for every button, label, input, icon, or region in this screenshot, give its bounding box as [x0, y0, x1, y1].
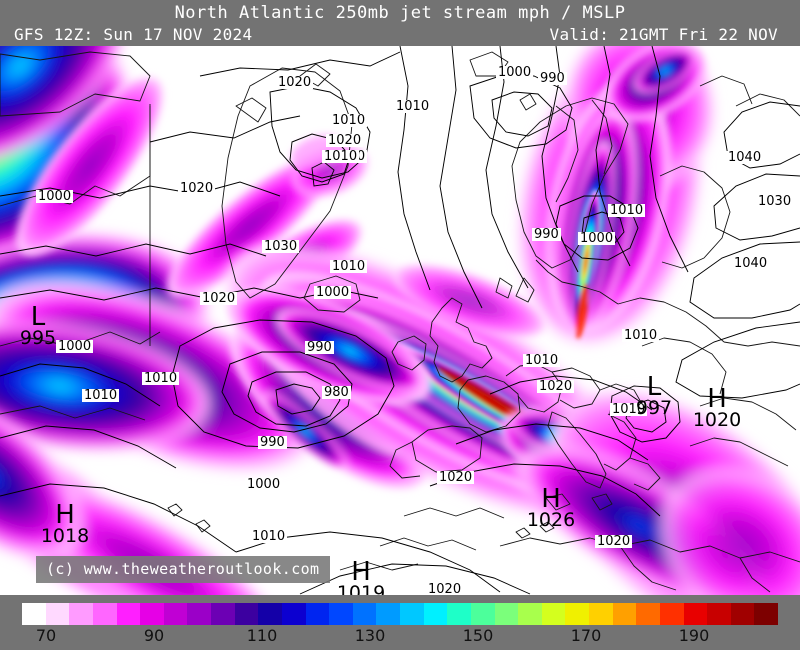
colorbar-tick: 190: [678, 626, 710, 645]
isobar-label: 1010: [523, 353, 561, 368]
map-graphics: [0, 46, 800, 595]
colorbar-band-1: [45, 603, 70, 625]
colorbar-band-10: [258, 603, 282, 625]
high-value: 1019: [336, 582, 386, 596]
copyright-watermark: (c) www.theweatheroutlook.com: [36, 556, 330, 583]
colorbar-band-20: [494, 603, 519, 625]
map-canvas[interactable]: 1020 1010 1010 1020 1040 1010 1030 1010 …: [0, 46, 800, 595]
colorbar-band-0: [22, 603, 46, 625]
isobar-label: 980: [322, 385, 351, 400]
low-value: 995: [19, 327, 57, 349]
isobar-label: 1040: [726, 150, 764, 165]
colorbar-band-15: [376, 603, 400, 625]
isobar-label: 1010: [608, 203, 646, 218]
colorbar-band-25: [612, 603, 637, 625]
colorbar-band-26: [636, 603, 660, 625]
isobar-label: 1010: [330, 259, 368, 274]
colorbar-band-21: [518, 603, 542, 625]
colorbar-band-4: [116, 603, 141, 625]
isobar-label: 1020: [437, 470, 475, 485]
high-value: 1020: [692, 409, 742, 431]
low-value: 997: [635, 397, 673, 419]
colorbar-band-24: [589, 603, 613, 625]
pressure-centre-high: H 1018: [32, 502, 98, 546]
colorbar-band-5: [140, 603, 164, 625]
isobar-label: 990: [532, 227, 561, 242]
colorbar-band-8: [211, 603, 235, 625]
isobar-label: 1010: [142, 371, 180, 386]
isobar-label: 1020: [276, 75, 314, 90]
isobar-label: 1030: [756, 194, 794, 209]
isobar-label: 1010: [82, 388, 120, 403]
isobar-label: 1010: [394, 99, 432, 114]
pressure-centre-high: H 1019: [328, 559, 394, 595]
colorbar-band-28: [683, 603, 708, 625]
isobar-label: 1020: [426, 582, 464, 595]
isobar-label: 1030: [262, 239, 300, 254]
colorbar-tick: 130: [354, 626, 386, 645]
isobar-label: 1040: [732, 256, 770, 271]
colorbar-band-11: [281, 603, 306, 625]
isobar-label: 1010: [622, 328, 660, 343]
colorbar-band-3: [92, 603, 117, 625]
high-value: 1018: [40, 525, 90, 547]
colorbar-band-19: [470, 603, 495, 625]
colorbar-band-14: [352, 603, 377, 625]
page-title: North Atlantic 250mb jet stream mph / MS…: [174, 3, 626, 23]
isobar-label: 1010: [250, 529, 288, 544]
isobar-label: 1020: [178, 181, 216, 196]
pressure-centre-high: H 1026: [518, 486, 584, 530]
isobar-label: 1020: [595, 534, 633, 549]
colorbar-band-2: [69, 603, 93, 625]
colorbar-tick: 70: [35, 626, 57, 645]
colorbar-tick: 170: [570, 626, 602, 645]
map-header: North Atlantic 250mb jet stream mph / MS…: [0, 0, 800, 46]
colorbar-swatches: [22, 603, 778, 625]
colorbar-band-31: [754, 603, 778, 625]
colorbar-tick-labels: 70 90 110 130 150 170 190: [0, 626, 800, 650]
isobar-label: 1000: [314, 285, 352, 300]
colorbar-band-29: [707, 603, 731, 625]
isobar-label: 1020: [200, 291, 238, 306]
colorbar-band-17: [423, 603, 448, 625]
isobar-label: 1000: [245, 477, 283, 492]
high-value: 1026: [526, 509, 576, 531]
pressure-centre-low: L 997: [626, 374, 682, 418]
isobar-label: 1000: [36, 189, 74, 204]
colorbar-band-9: [234, 603, 259, 625]
colorbar-band-22: [541, 603, 566, 625]
colorbar-tick: 150: [462, 626, 494, 645]
colorbar-band-6: [163, 603, 188, 625]
isobar-label: 990: [258, 435, 287, 450]
model-run-label: GFS 12Z: Sun 17 NOV 2024: [14, 25, 253, 44]
pressure-centre-low: L 995: [8, 304, 68, 348]
colorbar-band-7: [187, 603, 211, 625]
pressure-centre-high: H 1020: [684, 386, 750, 430]
isobar-label: 990: [305, 340, 334, 355]
isobar-label: 1000: [578, 231, 616, 246]
isobar-label: 1020: [326, 133, 364, 148]
isobar-label: 1020: [537, 379, 575, 394]
colorbar-band-30: [730, 603, 755, 625]
valid-time-label: Valid: 21GMT Fri 22 NOV: [549, 25, 778, 44]
colorbar-tick: 90: [143, 626, 165, 645]
weather-map-app: North Atlantic 250mb jet stream mph / MS…: [0, 0, 800, 650]
colorbar-band-13: [329, 603, 353, 625]
colorbar-band-18: [447, 603, 471, 625]
isobar-label: 1010: [330, 113, 368, 128]
colorbar-tick: 110: [246, 626, 278, 645]
colorbar-band-23: [565, 603, 589, 625]
colorbar-band-27: [659, 603, 684, 625]
isobar-label: 1000: [496, 65, 534, 80]
colorbar-legend: 70 90 110 130 150 170 190: [0, 595, 800, 650]
isobar-label: 990: [538, 71, 567, 86]
colorbar-band-16: [400, 603, 424, 625]
colorbar-band-12: [305, 603, 330, 625]
isobar-label: 1010: [322, 149, 360, 164]
